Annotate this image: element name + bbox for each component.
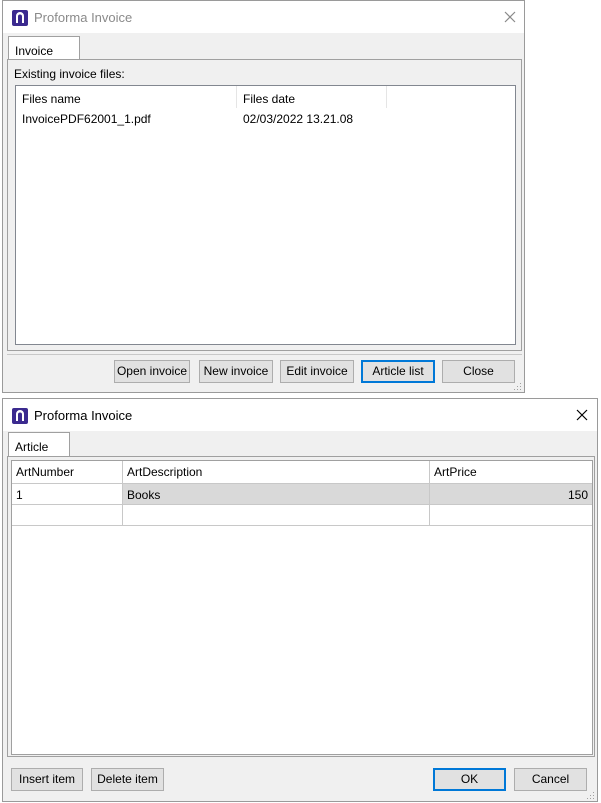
column-header-artprice[interactable]: ArtPrice: [430, 461, 592, 484]
insert-item-button[interactable]: Insert item: [11, 768, 83, 791]
article-grid[interactable]: ArtNumber ArtDescription ArtPrice 1 Book…: [11, 460, 593, 755]
tab-panel: ArtNumber ArtDescription ArtPrice 1 Book…: [7, 456, 595, 757]
new-row-cell[interactable]: [430, 505, 592, 526]
resize-grip-icon[interactable]: [585, 789, 595, 799]
edit-invoice-button[interactable]: Edit invoice: [280, 360, 354, 383]
ok-button[interactable]: OK: [433, 768, 506, 791]
app-logo-icon: [12, 408, 28, 424]
column-header-files-name[interactable]: Files name: [16, 86, 237, 108]
article-list-window: Proforma Invoice Article list ArtNumber …: [2, 398, 598, 802]
file-date-cell: 02/03/2022 13.21.08: [243, 112, 354, 126]
artdescription-cell[interactable]: Books: [123, 484, 430, 505]
new-invoice-button[interactable]: New invoice: [199, 360, 273, 383]
artprice-cell[interactable]: 150: [430, 484, 592, 505]
new-row-cell[interactable]: [123, 505, 430, 526]
tab-panel: Existing invoice files: Files name Files…: [7, 59, 522, 351]
close-icon[interactable]: [572, 405, 592, 425]
tab-article-list[interactable]: Article list: [8, 432, 70, 468]
divider: [7, 354, 522, 355]
file-name-cell: InvoicePDF62001_1.pdf: [22, 112, 151, 126]
app-logo-icon: [12, 10, 28, 26]
new-row-cell[interactable]: [12, 505, 123, 526]
article-list-button[interactable]: Article list: [361, 360, 435, 383]
table-row[interactable]: InvoicePDF62001_1.pdf 02/03/2022 13.21.0…: [16, 112, 396, 130]
resize-grip-icon[interactable]: [512, 380, 522, 390]
column-header-artdescription[interactable]: ArtDescription: [123, 461, 430, 484]
window-title: Proforma Invoice: [34, 408, 133, 423]
tab-invoice-files[interactable]: Invoice files: [8, 36, 80, 72]
window-title: Proforma Invoice: [34, 10, 133, 25]
section-label: Existing invoice files:: [14, 67, 125, 81]
delete-item-button[interactable]: Delete item: [91, 768, 164, 791]
column-header-artnumber[interactable]: ArtNumber: [12, 461, 123, 484]
column-header-files-date[interactable]: Files date: [237, 86, 387, 108]
artnumber-cell[interactable]: 1: [12, 484, 123, 505]
close-button[interactable]: Close: [442, 360, 515, 383]
title-bar[interactable]: Proforma Invoice: [3, 1, 524, 33]
cancel-button[interactable]: Cancel: [514, 768, 587, 791]
invoice-files-list[interactable]: Files name Files date InvoicePDF62001_1.…: [15, 85, 516, 345]
open-invoice-button[interactable]: Open invoice: [114, 360, 190, 383]
title-bar[interactable]: Proforma Invoice: [3, 399, 597, 431]
close-icon[interactable]: [500, 7, 520, 27]
invoice-files-window: Proforma Invoice Invoice files Existing …: [2, 0, 525, 393]
